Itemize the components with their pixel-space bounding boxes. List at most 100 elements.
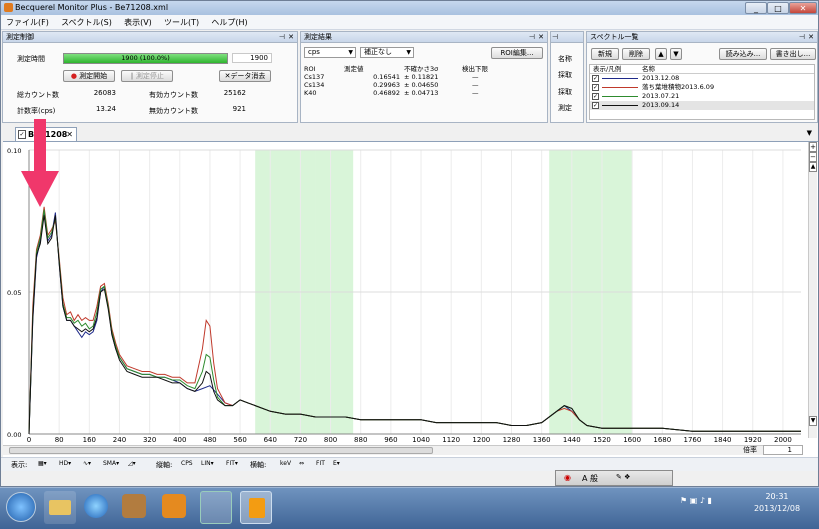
ime-tools-icon[interactable]: ✎ ❖ — [616, 473, 630, 481]
side-panel-header: ⊣ — [551, 32, 583, 43]
x-tick-label: 320 — [143, 436, 156, 444]
scroll-up-button[interactable]: ▲ — [809, 162, 817, 172]
visibility-checkbox[interactable]: ✓ — [592, 84, 599, 91]
window-title: Becquerel Monitor Plus - Be71208.xml — [15, 3, 169, 12]
start-button[interactable]: ● 測定開始 — [63, 70, 115, 82]
close-icon[interactable]: ✕ — [808, 32, 814, 43]
zoom-input[interactable]: 1 — [763, 445, 803, 455]
control-panel-header: 測定制御 ⊣ ✕ — [3, 32, 297, 43]
zoom-out-button[interactable]: − — [809, 152, 817, 162]
sma-mode-icon[interactable]: SMA▾ — [103, 460, 119, 467]
pin-icon[interactable]: ⊣ — [552, 33, 558, 41]
browser-icon[interactable] — [84, 494, 108, 518]
unit-select[interactable]: cps ▼ — [304, 47, 356, 58]
table-row[interactable]: Cs137 0.16541 ± 0.11821 — — [302, 73, 546, 81]
becquerel-app-icon[interactable] — [240, 491, 272, 524]
tray-icons[interactable]: ⚑ ▣ ♪ ▮ — [680, 496, 712, 505]
roi-edit-button[interactable]: ROI編集... — [491, 47, 543, 59]
fit-vertical-icon[interactable]: FIT▾ — [226, 460, 238, 467]
close-button[interactable]: ✕ — [789, 2, 817, 14]
list-item[interactable]: ✓ 2013.09.14 — [590, 101, 814, 110]
correction-select-value: 補正なし — [364, 48, 392, 56]
move-down-button[interactable]: ▼ — [670, 48, 682, 60]
minimize-button[interactable]: _ — [745, 2, 767, 14]
x-tick-label: 1440 — [563, 436, 581, 444]
write-button[interactable]: 書き出し... — [770, 48, 816, 60]
col-legend: 表示/凡例 — [593, 65, 622, 73]
cell-uncertainty: ± 0.04713 — [404, 89, 439, 97]
legend-line — [602, 96, 638, 97]
lin-scale-icon[interactable]: LIN▾ — [201, 460, 214, 467]
close-icon[interactable]: ✕ — [288, 32, 294, 43]
table-row[interactable]: Cs134 0.29963 ± 0.04650 — — [302, 81, 546, 89]
correction-select[interactable]: 補正なし ▼ — [360, 47, 414, 58]
list-item[interactable]: ✓ 落ち葉堆積物2013.6.09 — [590, 83, 814, 92]
side-item: 採取 — [558, 88, 572, 96]
time-value[interactable]: 1900 — [232, 53, 272, 63]
visibility-checkbox[interactable]: ✓ — [592, 93, 599, 100]
hd-mode-icon[interactable]: HD▾ — [59, 460, 71, 467]
stop-button[interactable]: ∥ 測定停止 — [121, 70, 173, 82]
horizontal-unit[interactable]: keV — [280, 460, 291, 467]
close-icon[interactable]: ✕ — [538, 32, 544, 43]
ime-mode[interactable]: A 般 — [582, 473, 598, 484]
cell-value: 0.29963 — [373, 81, 400, 89]
media-player-icon[interactable] — [162, 494, 186, 518]
sel-range-icon[interactable]: ⇔ — [299, 460, 304, 467]
pin-icon[interactable]: ⊣ — [529, 32, 535, 43]
menu-spectrum[interactable]: スペクトル(S) — [56, 15, 117, 28]
spectrum-chart[interactable]: 0 80 160 240 320 400 480 560 640 720 800 880 960 1040… — [3, 142, 818, 458]
series-line — [28, 206, 801, 435]
zoom-in-button[interactable]: + — [809, 142, 817, 152]
ime-icon[interactable]: ◉ — [564, 473, 571, 482]
paint-icon[interactable] — [122, 494, 146, 518]
x-tick-label: 1600 — [623, 436, 641, 444]
bar-mode-icon[interactable]: ▦▾ — [38, 460, 47, 467]
load-button[interactable]: 読み込み... — [719, 48, 767, 60]
title-bar: Becquerel Monitor Plus - Be71208.xml _ □… — [1, 1, 818, 15]
col-name: 名称 — [642, 65, 655, 73]
new-button[interactable]: 新規 — [591, 48, 619, 60]
line-mode-icon[interactable]: ∿▾ — [83, 460, 91, 467]
menu-tools[interactable]: ツール(T) — [159, 15, 204, 28]
table-row[interactable]: K40 0.46892 ± 0.04713 — — [302, 89, 546, 97]
clock-time[interactable]: 20:31 — [752, 492, 802, 501]
list-item[interactable]: ✓ 2013.12.08 — [590, 74, 814, 83]
list-item[interactable]: ✓ 2013.07.21 — [590, 92, 814, 101]
menu-file[interactable]: ファイル(F) — [1, 15, 54, 28]
pin-icon[interactable]: ⊣ — [279, 32, 285, 43]
scroll-down-button[interactable]: ▼ — [809, 416, 817, 426]
x-tick-label: 1920 — [744, 436, 762, 444]
results-table: ROI 測定値 不確かさ3σ 検出下限 Cs137 0.16541 ± 0.11… — [302, 65, 546, 97]
vertical-unit[interactable]: CPS — [181, 460, 193, 467]
menu-view[interactable]: 表示(V) — [119, 15, 157, 28]
pin-icon[interactable]: ⊣ — [799, 32, 805, 43]
col-uncertainty: 不確かさ3σ — [404, 65, 439, 73]
x-tick-label: 800 — [324, 436, 337, 444]
start-button[interactable] — [6, 492, 36, 522]
clear-data-button[interactable]: ✕データ消去 — [219, 70, 271, 82]
move-up-button[interactable]: ▲ — [655, 48, 667, 60]
visibility-checkbox[interactable]: ✓ — [592, 102, 599, 109]
energy-icon[interactable]: E▾ — [333, 460, 340, 467]
explorer-icon[interactable] — [44, 491, 76, 524]
menu-help[interactable]: ヘルプ(H) — [206, 15, 252, 28]
visibility-checkbox[interactable]: ✓ — [592, 75, 599, 82]
cell-detection-limit: — — [472, 81, 479, 89]
fill-mode-icon[interactable]: ◿▾ — [128, 460, 136, 467]
maximize-button[interactable]: □ — [767, 2, 789, 14]
horizontal-scrollbar[interactable] — [3, 445, 773, 455]
tab-dropdown-icon[interactable]: ▼ — [807, 129, 812, 137]
delete-button[interactable]: 削除 — [622, 48, 650, 60]
clock-date[interactable]: 2013/12/08 — [752, 504, 802, 513]
spectrum-name: 2013.07.21 — [642, 92, 680, 100]
window-switch-icon[interactable] — [200, 491, 232, 524]
record-icon: ● — [70, 72, 77, 80]
fit-horizontal-icon[interactable]: FIT — [316, 460, 325, 467]
rate-value: 13.24 — [95, 105, 116, 113]
scrollbar-thumb[interactable] — [9, 447, 433, 454]
app-window: Becquerel Monitor Plus - Be71208.xml _ □… — [0, 0, 819, 487]
clear-button-label: データ消去 — [230, 72, 266, 80]
x-tick-label: 880 — [354, 436, 367, 444]
col-detection-limit: 検出下限 — [462, 65, 488, 73]
